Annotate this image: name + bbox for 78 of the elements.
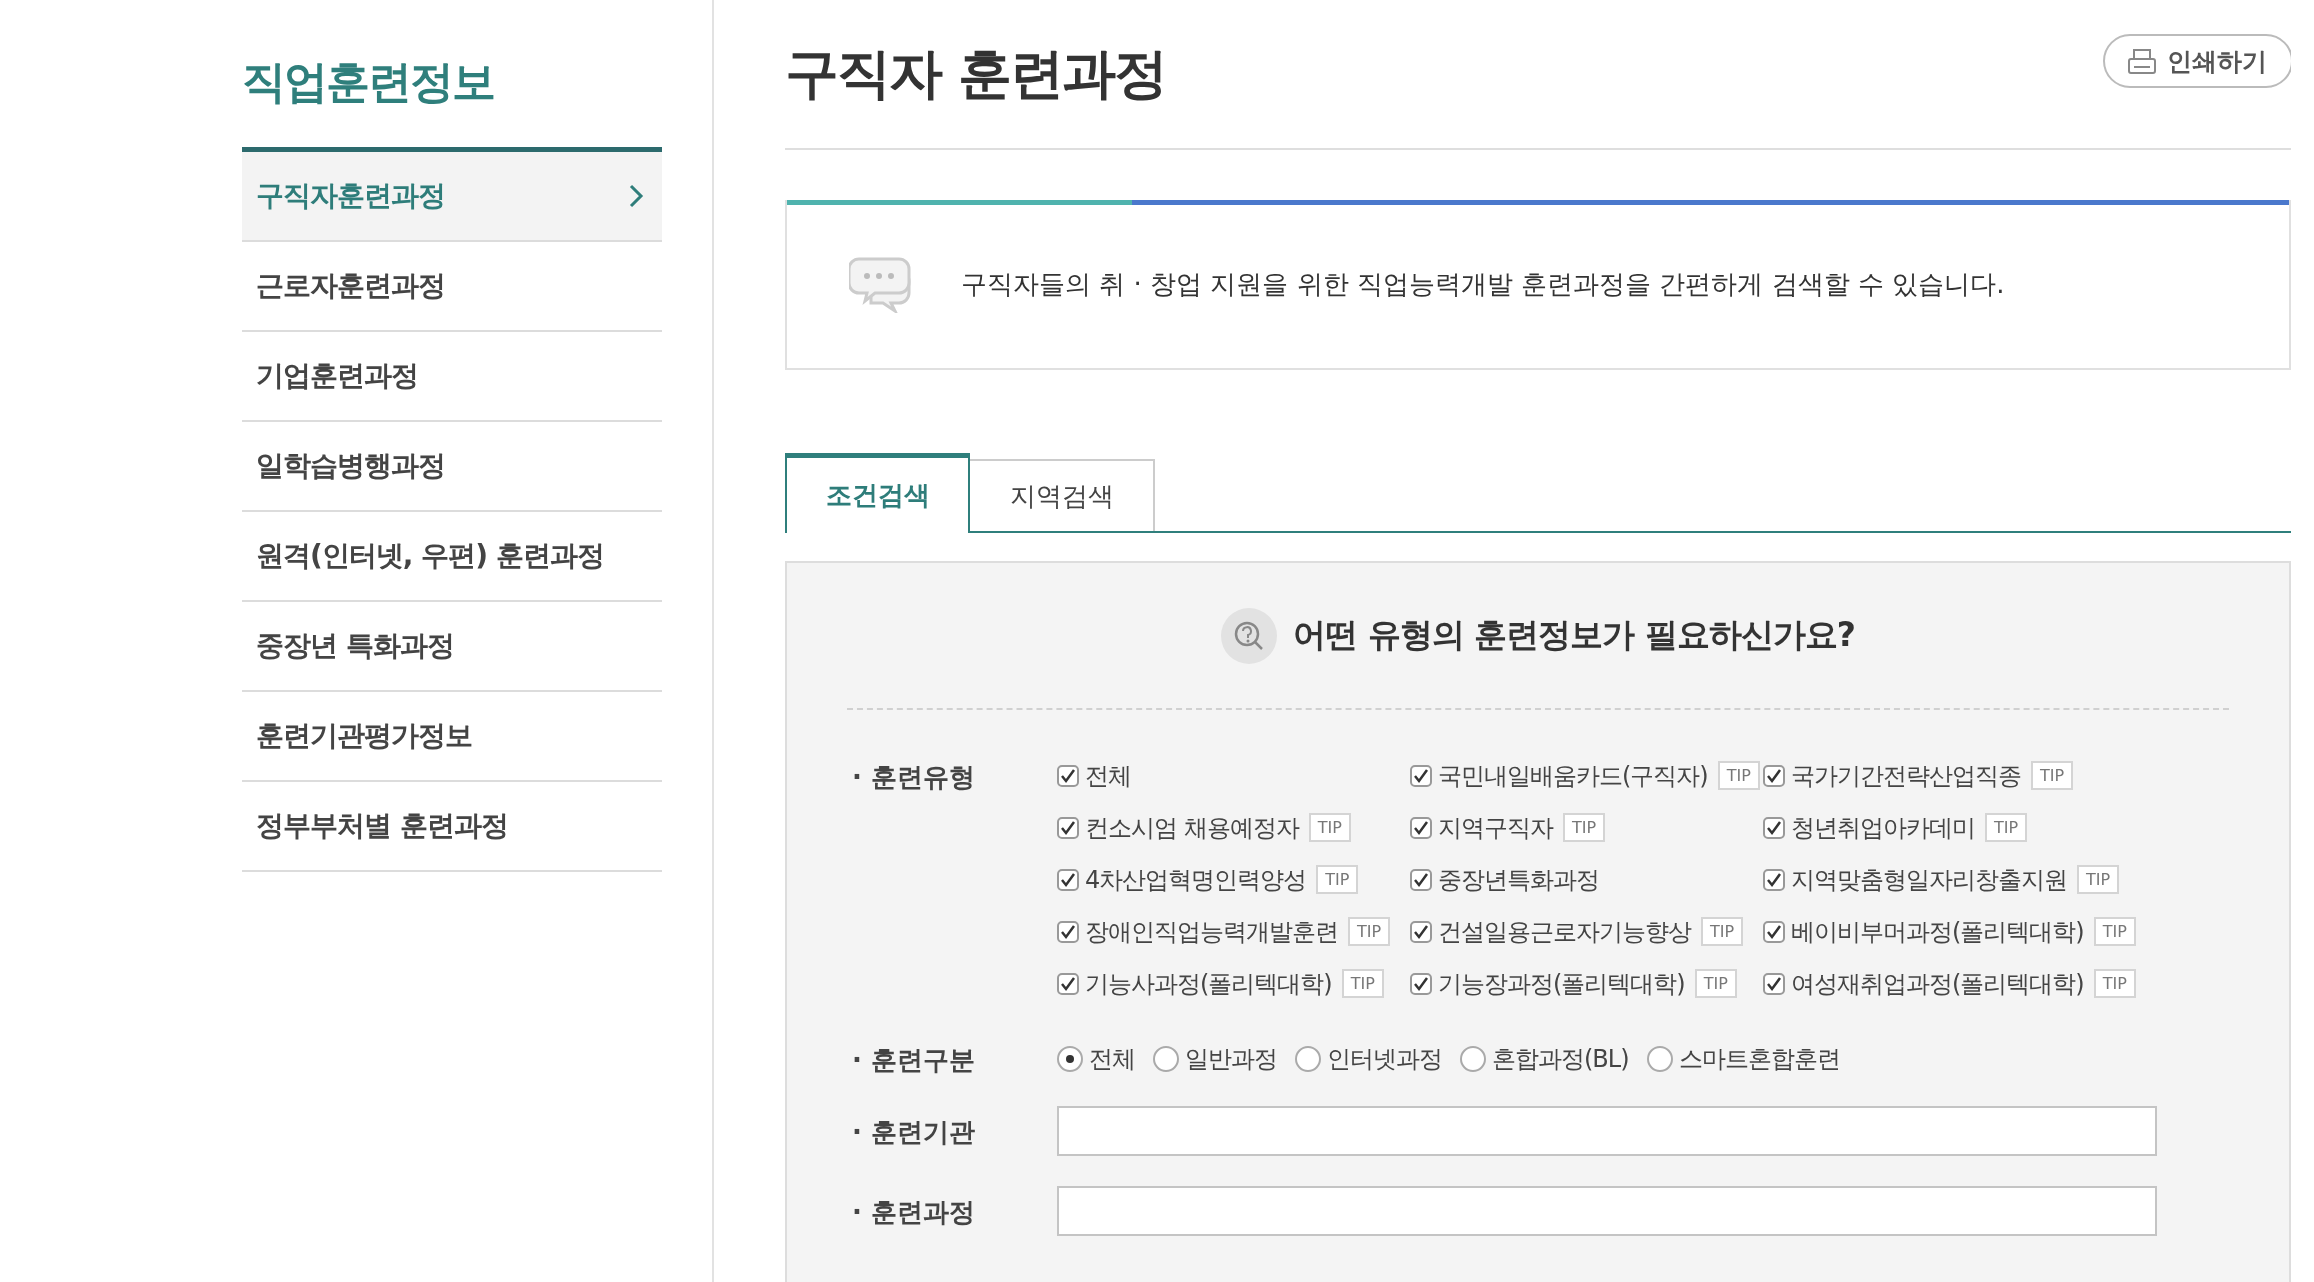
checkbox-label: 기능장과정(폴리텍대학) xyxy=(1438,968,1685,1000)
radio-label: 스마트혼합훈련 xyxy=(1678,1043,1840,1075)
checkbox[interactable] xyxy=(1410,868,1432,891)
radio-label: 인터넷과정 xyxy=(1327,1043,1442,1075)
printer-icon xyxy=(2127,47,2157,75)
sidebar-item[interactable]: 훈련기관평가정보 xyxy=(242,692,662,782)
tip-badge[interactable]: TIP xyxy=(1717,761,1760,790)
sidebar-item[interactable]: 원격(인터넷, 우편) 훈련과정 xyxy=(242,512,662,602)
search-tab[interactable]: 지역검색 xyxy=(970,459,1155,531)
checkbox[interactable] xyxy=(1057,764,1079,787)
tip-badge[interactable]: TIP xyxy=(2031,761,2074,790)
tip-badge[interactable]: TIP xyxy=(1694,969,1737,998)
sidebar-item[interactable]: 일학습병행과정 xyxy=(242,422,662,512)
tip-badge[interactable]: TIP xyxy=(1341,969,1384,998)
sidebar-item[interactable]: 기업훈련과정 xyxy=(242,332,662,422)
speech-bubbles-icon xyxy=(849,255,913,313)
form-label: · 훈련유형 xyxy=(852,761,976,794)
checkbox[interactable] xyxy=(1763,972,1785,995)
checkbox[interactable] xyxy=(1410,920,1432,943)
checkbox[interactable] xyxy=(1763,920,1785,943)
checkbox-label: 국민내일배움카드(구직자) xyxy=(1438,760,1708,792)
radio-button[interactable] xyxy=(1646,1045,1673,1072)
sidebar-item[interactable]: 정부부처별 훈련과정 xyxy=(242,782,662,872)
radio-button[interactable] xyxy=(1295,1045,1321,1072)
search-heading: 어떤 유형의 훈련정보가 필요하신가요? xyxy=(1293,614,1855,656)
checkbox[interactable] xyxy=(1763,764,1785,787)
tip-badge[interactable]: TIP xyxy=(1308,813,1351,842)
checkbox[interactable] xyxy=(1057,920,1079,943)
sidebar-item[interactable]: 구직자훈련과정 xyxy=(242,152,662,242)
form-label: · 훈련기관 xyxy=(852,1115,976,1149)
radio-label: 일반과정 xyxy=(1185,1043,1277,1075)
checkbox-label: 지역맞춤형일자리창출지원 xyxy=(1791,864,2067,896)
magnifier-question-icon xyxy=(1221,607,1278,664)
tip-badge[interactable]: TIP xyxy=(1316,865,1359,894)
checkbox[interactable] xyxy=(1057,972,1079,995)
radio-label: 전체 xyxy=(1089,1043,1135,1075)
tip-badge[interactable]: TIP xyxy=(1563,813,1606,842)
tip-badge[interactable]: TIP xyxy=(1701,917,1744,946)
checkbox-label: 청년취업아카데미 xyxy=(1791,812,1975,844)
checkbox[interactable] xyxy=(1057,868,1079,891)
radio-button[interactable] xyxy=(1057,1045,1083,1072)
radio-button[interactable] xyxy=(1460,1045,1486,1072)
text-field[interactable] xyxy=(1057,1106,2157,1156)
checkbox[interactable] xyxy=(1410,972,1432,995)
info-text: 구직자들의 취 · 창업 지원을 위한 직업능력개발 훈련과정을 간편하게 검색할 수 있습니다. xyxy=(961,267,2005,301)
checkbox[interactable] xyxy=(1057,816,1079,839)
chevron-right-icon xyxy=(628,183,644,209)
tip-badge[interactable]: TIP xyxy=(1985,813,2028,842)
sidebar-title: 직업훈련정보 xyxy=(242,55,494,109)
text-field[interactable] xyxy=(1057,1186,2157,1236)
checkbox-label: 건설일용근로자기능향상 xyxy=(1438,916,1691,948)
checkbox[interactable] xyxy=(1763,816,1785,839)
checkbox-label: 베이비부머과정(폴리텍대학) xyxy=(1791,916,2084,948)
tip-badge[interactable]: TIP xyxy=(1348,917,1391,946)
form-label: · 훈련구분 xyxy=(852,1044,976,1077)
checkbox-label: 기능사과정(폴리텍대학) xyxy=(1085,968,1332,1000)
checkbox-label: 여성재취업과정(폴리텍대학) xyxy=(1791,968,2084,1000)
checkbox-label: 중장년특화과정 xyxy=(1438,864,1599,896)
checkbox-label: 장애인직업능력개발훈련 xyxy=(1085,916,1338,948)
checkbox-label: 4차산업혁명인력양성 xyxy=(1085,864,1307,896)
sidebar-item[interactable]: 중장년 특화과정 xyxy=(242,602,662,692)
checkbox[interactable] xyxy=(1410,816,1432,839)
checkbox-label: 컨소시엄 채용예정자 xyxy=(1085,812,1299,844)
radio-label: 혼합과정(BL) xyxy=(1492,1043,1629,1075)
radio-button[interactable] xyxy=(1153,1045,1179,1072)
checkbox-label: 국가기간전략산업직종 xyxy=(1791,760,2021,792)
tip-badge[interactable]: TIP xyxy=(2093,969,2136,998)
form-label: · 훈련과정 xyxy=(852,1195,976,1229)
tip-badge[interactable]: TIP xyxy=(2093,917,2136,946)
checkbox[interactable] xyxy=(1410,764,1432,787)
print-button[interactable]: 인쇄하기 xyxy=(2103,34,2291,88)
checkbox-label: 전체 xyxy=(1085,760,1131,792)
page-title: 구직자 훈련과정 xyxy=(785,40,1166,107)
checkbox-label: 지역구직자 xyxy=(1438,812,1553,844)
tip-badge[interactable]: TIP xyxy=(2077,865,2120,894)
search-tab[interactable]: 조건검색 xyxy=(785,453,970,533)
checkbox[interactable] xyxy=(1763,868,1785,891)
sidebar-item[interactable]: 근로자훈련과정 xyxy=(242,242,662,332)
